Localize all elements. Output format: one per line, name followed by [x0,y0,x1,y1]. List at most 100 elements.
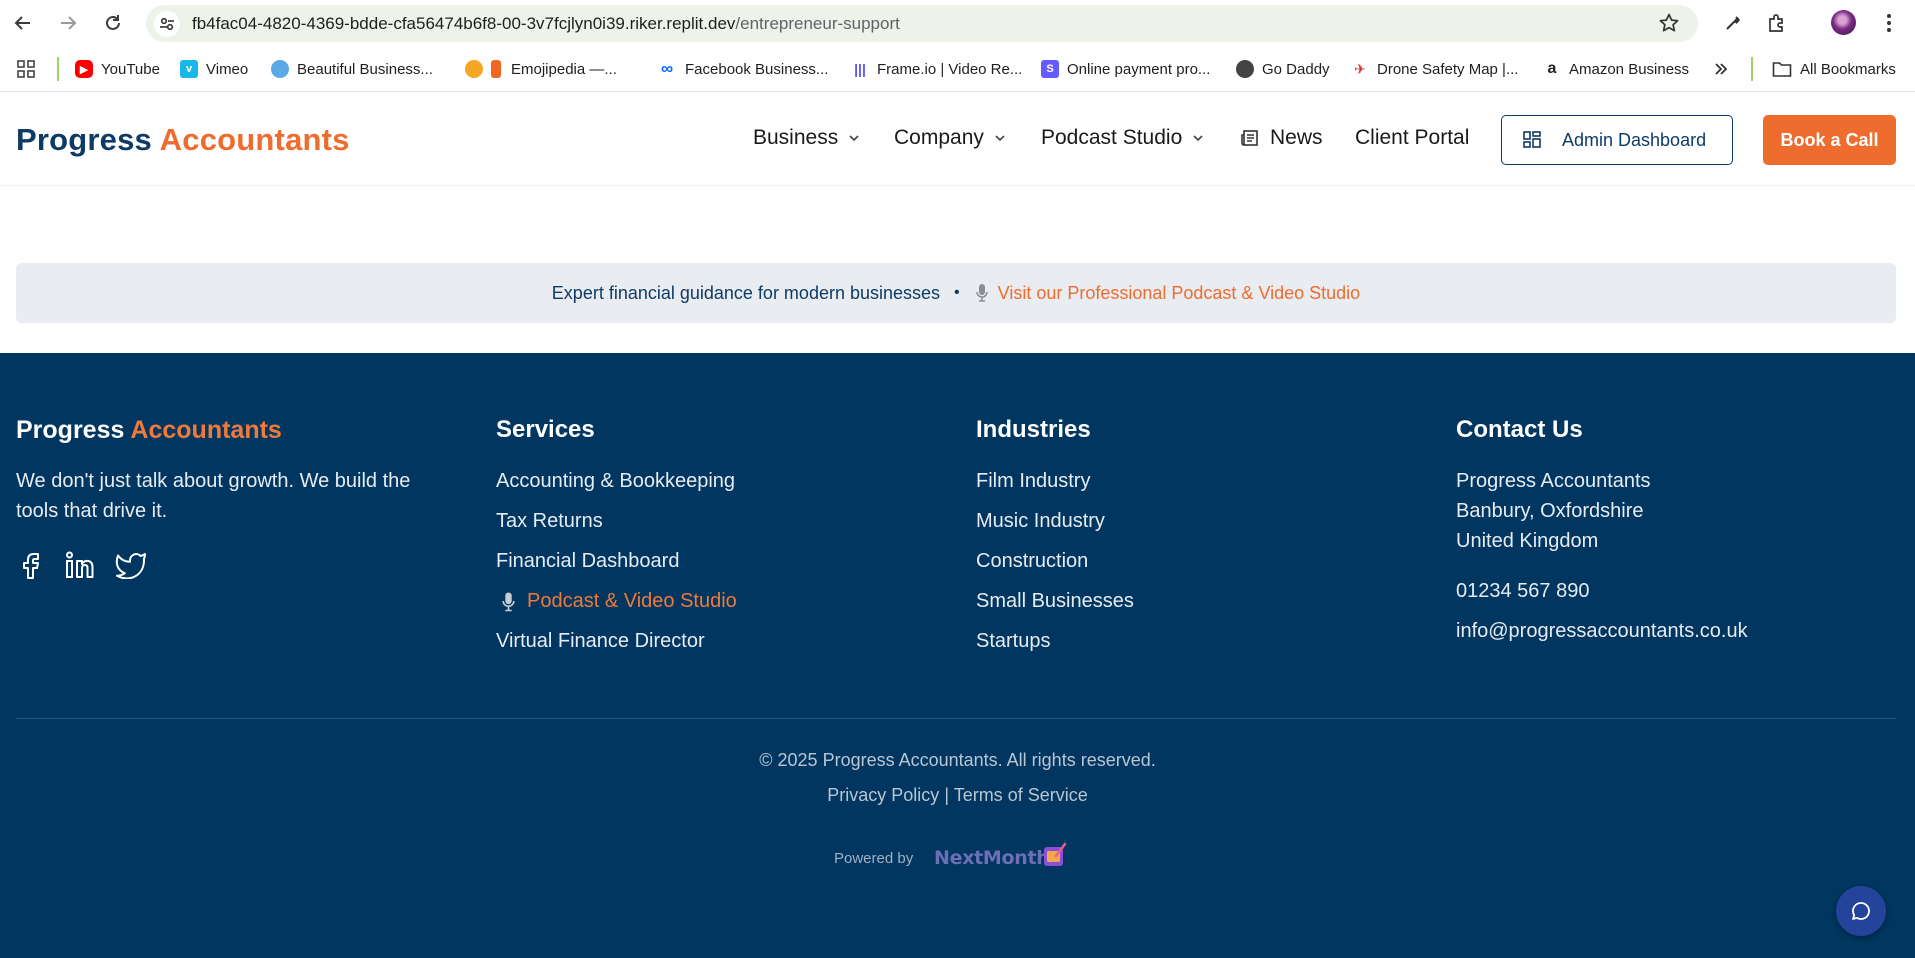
url-path: /entrepreneur-support [735,14,900,33]
site-footer: Progress Accountants We don't just talk … [0,353,1915,958]
bookmark-frameio[interactable]: ||| Frame.io | Video Re... [851,58,1022,80]
services-heading: Services [496,416,595,443]
microphone-icon [975,284,988,302]
footer-link-startups[interactable]: Startups [976,630,1050,653]
address-bar[interactable]: fb4fac04-4820-4369-bdde-cfa56474b6f8-00-… [146,5,1698,42]
footer-link-music-industry[interactable]: Music Industry [976,510,1105,533]
privacy-policy-link[interactable]: Privacy Policy [827,785,939,805]
bookmarks-bar: ▶ YouTube v Vimeo Beautiful Business... Em… [0,46,1915,92]
powered-by-label: Powered by [834,850,914,867]
twitter-icon [115,553,146,579]
back-button[interactable] [8,8,38,38]
nav-label: Podcast Studio [1041,126,1183,149]
all-bookmarks-button[interactable]: All Bookmarks [1772,58,1896,80]
bookmark-youtube[interactable]: ▶ YouTube [75,58,160,80]
bookmarks-separator [57,57,59,81]
arrow-left-icon [14,16,30,30]
forward-button[interactable] [53,8,83,38]
book-icon [491,60,501,78]
arrow-right-icon [61,16,77,30]
bookmark-amazon-business[interactable]: a Amazon Business [1543,58,1690,80]
profile-avatar[interactable] [1831,10,1856,35]
admin-dashboard-button[interactable]: Admin Dashboard [1501,115,1733,165]
bookmark-label: Online payment pro... [1067,60,1211,78]
reload-icon [106,15,120,30]
terms-of-service-link[interactable]: Terms of Service [954,785,1088,805]
nextmonth-badge-icon [1044,842,1067,866]
facebook-link[interactable] [15,549,47,581]
reload-button[interactable] [98,8,128,38]
stripe-icon: S [1041,60,1059,78]
bookmark-beautiful-business[interactable]: Beautiful Business... [271,58,433,80]
url-host: fb4fac04-4820-4369-bdde-cfa56474b6f8-00-… [192,14,736,33]
chevron-down-icon [849,135,859,142]
contact-email[interactable]: info@progressaccountants.co.uk [1456,620,1748,643]
footer-link-virtual-fd[interactable]: Virtual Finance Director [496,630,705,653]
amazon-icon: a [1547,60,1557,77]
linkedin-icon [66,551,94,578]
footer-link-podcast-studio[interactable]: Podcast & Video Studio [500,590,737,613]
globe-icon [271,60,289,78]
footer-link-construction[interactable]: Construction [976,550,1088,573]
bookmark-vimeo[interactable]: v Vimeo [180,58,248,80]
kebab-menu-icon [1887,14,1891,32]
banner-separator: • [954,284,960,301]
logo-part2: Accountants [159,122,350,157]
book-a-call-button[interactable]: Book a Call [1763,115,1896,165]
nav-company[interactable]: Company [894,126,1007,150]
dashboard-icon [1523,131,1541,148]
bookmark-stripe[interactable]: S Online payment pro... [1041,58,1210,80]
chat-widget-button[interactable] [1836,886,1886,936]
nav-news[interactable]: News [1240,126,1323,150]
footer-link-accounting[interactable]: Accounting & Bookkeeping [496,470,735,493]
nav-business[interactable]: Business [753,126,861,150]
bookmark-label: Go Daddy [1262,60,1330,78]
all-bookmarks-label: All Bookmarks [1800,60,1896,78]
eyedropper-button[interactable] [1719,9,1747,37]
footer-link-financial-dashboard[interactable]: Financial Dashboard [496,550,679,573]
chat-bubble-icon [1852,902,1870,920]
newspaper-icon [1241,130,1258,146]
nextmonth-logo[interactable]: NextMonth [934,847,1050,869]
apps-grid-icon [17,60,35,78]
star-icon [1659,13,1679,32]
more-bookmarks-button[interactable] [1713,58,1729,80]
bookmark-drone-safety-map[interactable]: ✈ Drone Safety Map |... [1351,58,1518,80]
double-chevron-right-icon [1715,63,1728,75]
nav-label: Business [753,126,839,149]
extensions-button[interactable] [1763,9,1791,37]
footer-link-tax-returns[interactable]: Tax Returns [496,510,603,533]
site-logo[interactable]: Progress Accountants [16,122,350,158]
site-info-button[interactable] [154,11,180,37]
bookmark-star-button[interactable] [1658,12,1680,39]
legal-separator: | [944,785,949,805]
url-text[interactable]: fb4fac04-4820-4369-bdde-cfa56474b6f8-00-… [192,14,900,34]
linkedin-link[interactable] [64,549,96,581]
nav-label: News [1270,126,1323,149]
apps-button[interactable] [16,58,36,80]
bookmark-godaddy[interactable]: Go Daddy [1236,58,1330,80]
footer-link-small-businesses[interactable]: Small Businesses [976,590,1134,613]
chevron-down-icon [1193,135,1203,142]
copyright-text: © 2025 Progress Accountants. All rights … [759,750,1156,770]
twitter-link[interactable] [115,549,147,581]
logo-part1: Progress [16,122,152,157]
chrome-menu-button[interactable] [1875,9,1903,37]
footer-link-film-industry[interactable]: Film Industry [976,470,1090,493]
admin-dashboard-label: Admin Dashboard [1562,129,1707,150]
bookmark-facebook-business[interactable]: ∞ Facebook Business... [657,58,828,80]
footer-link-label: Podcast & Video Studio [527,590,737,612]
contact-address-line1: Progress Accountants [1456,470,1651,492]
bookmark-emojipedia[interactable]: Emojipedia —... [465,58,617,80]
browser-toolbar: fb4fac04-4820-4369-bdde-cfa56474b6f8-00-… [0,0,1915,46]
nav-podcast-studio[interactable]: Podcast Studio [1041,126,1205,150]
nav-client-portal[interactable]: Client Portal [1355,126,1469,150]
globe-icon [1236,60,1254,78]
podcast-studio-link[interactable]: Visit our Professional Podcast & Video S… [998,283,1361,304]
footer-logo[interactable]: Progress Accountants [16,416,282,445]
contact-phone[interactable]: 01234 567 890 [1456,580,1589,603]
logo-part1: Progress [16,416,125,444]
youtube-icon: ▶ [75,60,93,78]
frameio-icon: ||| [854,61,866,77]
microphone-icon [502,591,515,611]
